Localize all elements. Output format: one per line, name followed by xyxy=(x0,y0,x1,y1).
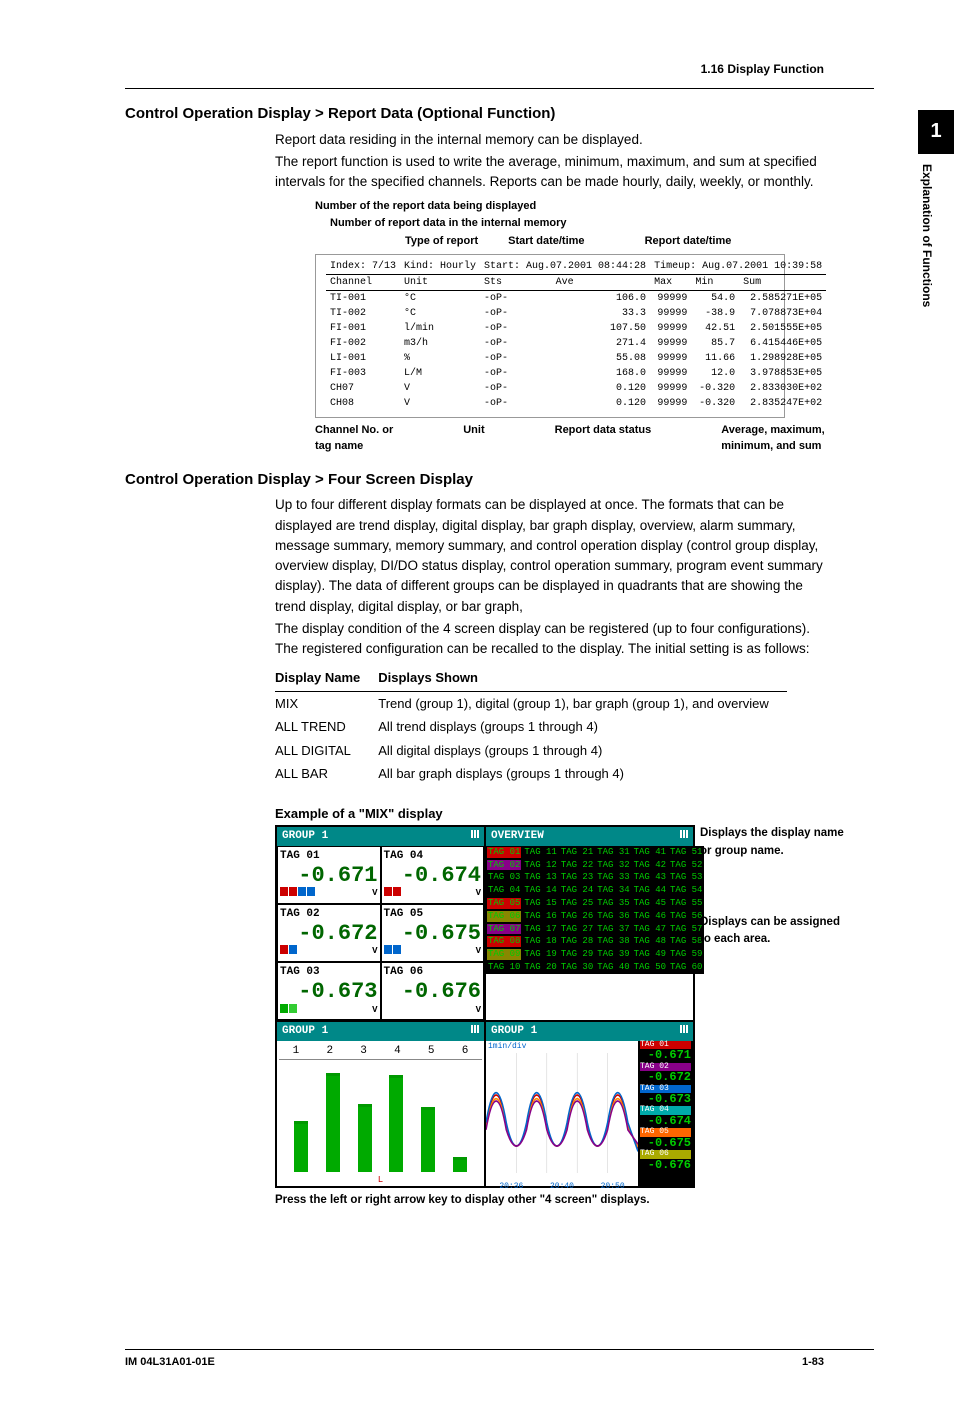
col-label: Type of report xyxy=(405,233,478,250)
four-screen-body: Up to four different display formats can… xyxy=(275,495,824,1209)
mix-display-figure: GROUP 1 TAG 01-0.671VTAG 04-0.674VTAG 02… xyxy=(275,825,835,1209)
col-label: Report date/time xyxy=(645,233,732,250)
annotation: Displays can be assignedto each area. xyxy=(700,914,850,949)
figure-label: Number of report data in the internal me… xyxy=(330,215,874,232)
report-table: Index: 7/13Kind: HourlyStart: Aug.07.200… xyxy=(315,254,785,418)
col-label: Start date/time xyxy=(508,233,584,250)
heading-four-screen: Control Operation Display > Four Screen … xyxy=(125,469,874,492)
page-footer: IM 04L31A01-01E 1-83 xyxy=(125,1354,874,1371)
figure-footer-labels: Channel No. ortag name Unit Report data … xyxy=(315,422,874,455)
display-config-table: Display NameDisplays Shown MIXTrend (gro… xyxy=(275,665,787,786)
heading-report-data: Control Operation Display > Report Data … xyxy=(125,103,874,126)
paragraph: The display condition of the 4 screen di… xyxy=(275,619,824,660)
chapter-title: Explanation of Functions xyxy=(918,154,945,307)
quadrant-overview: OVERVIEW TAG 01TAG 11TAG 21TAG 31TAG 41T… xyxy=(485,826,694,1021)
quadrant-bar: GROUP 1 123456 L xyxy=(276,1021,485,1187)
paragraph: The report function is used to write the… xyxy=(275,152,824,193)
side-tab: 1 Explanation of Functions xyxy=(918,110,954,307)
footer-rule xyxy=(125,1349,874,1350)
report-data-body: Report data residing in the internal mem… xyxy=(275,130,824,193)
quadrant-digital: GROUP 1 TAG 01-0.671VTAG 04-0.674VTAG 02… xyxy=(276,826,485,1021)
section-header: 1.16 Display Function xyxy=(125,60,874,78)
paragraph: Report data residing in the internal mem… xyxy=(275,130,824,150)
chapter-number: 1 xyxy=(918,110,954,154)
annotation: Displays the display name or group name. xyxy=(700,825,850,860)
quadrant-trend: GROUP 1 1min/div 20:3620:4020:50 xyxy=(485,1021,694,1187)
paragraph: Up to four different display formats can… xyxy=(275,495,824,617)
header-rule xyxy=(125,88,874,89)
report-figure: Number of the report data being displaye… xyxy=(275,198,874,455)
press-note: Press the left or right arrow key to dis… xyxy=(275,1192,835,1209)
figure-annotations: Displays the display name or group name.… xyxy=(700,825,850,948)
example-heading: Example of a "MIX" display xyxy=(275,804,824,824)
figure-label: Number of the report data being displaye… xyxy=(315,198,874,215)
footer-page-num: 1-83 xyxy=(802,1354,824,1371)
footer-doc-id: IM 04L31A01-01E xyxy=(125,1354,215,1371)
